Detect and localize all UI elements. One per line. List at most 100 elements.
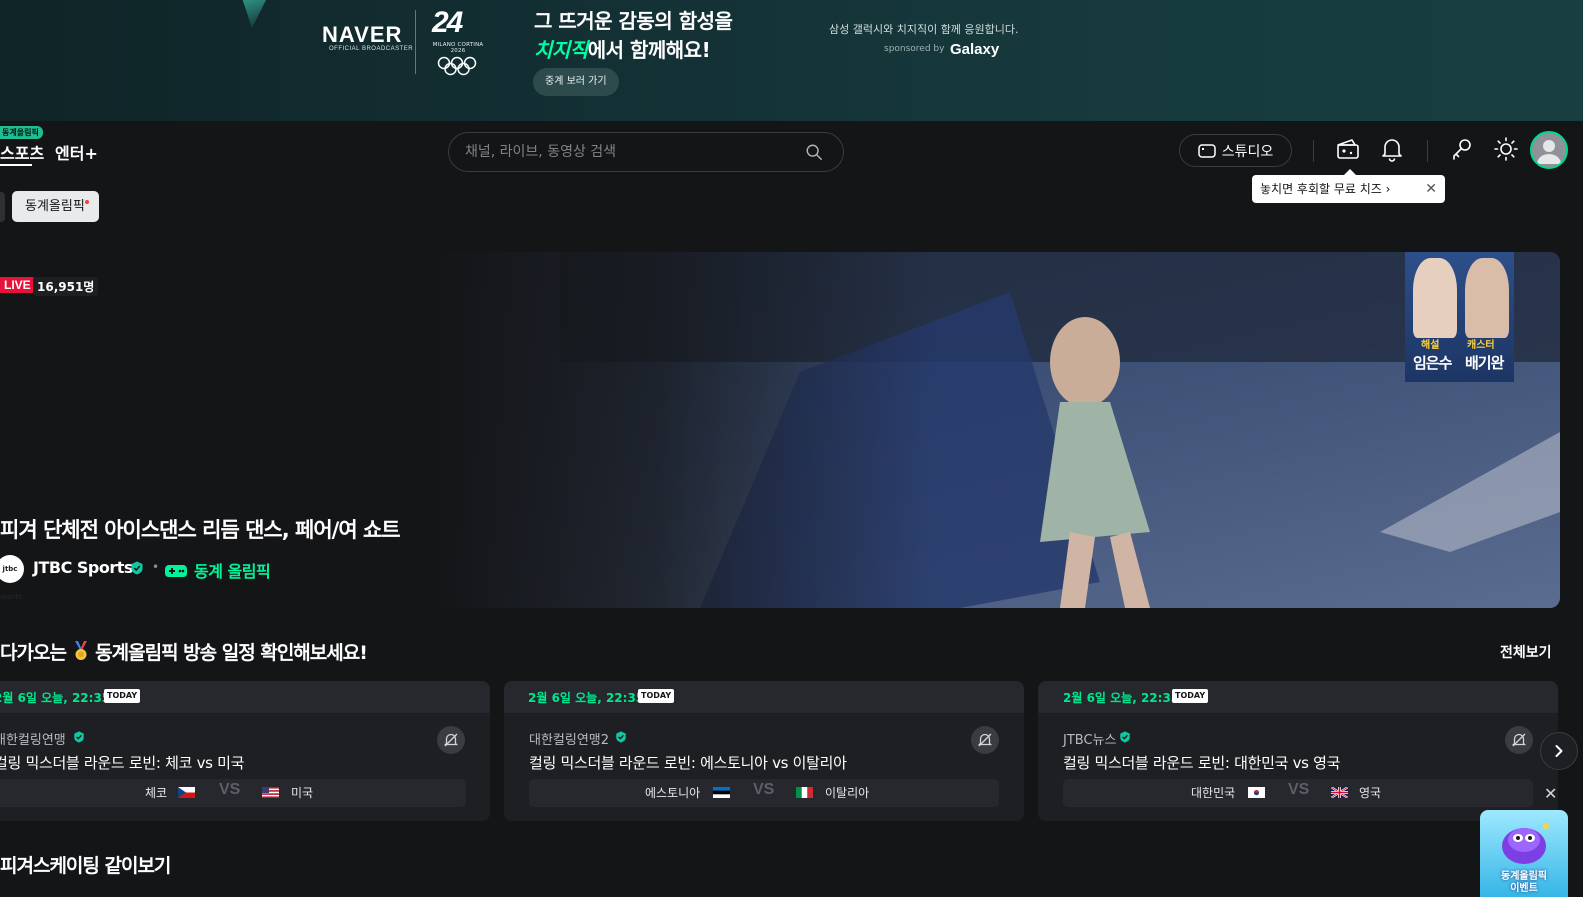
olympic-tag-badge: 동계올림픽 — [0, 126, 43, 139]
close-icon[interactable]: ✕ — [1544, 784, 1557, 803]
promo-line1: 동계올림픽 — [1501, 871, 1547, 882]
team-name: 에스토니아 — [645, 786, 701, 800]
featured-live-player[interactable] — [0, 252, 1560, 608]
match-bar: 에스토니아 VS 이탈리아 — [529, 779, 999, 807]
banner-headline-2: 치지직에서 함께해요! — [534, 34, 711, 63]
close-icon[interactable]: ✕ — [1425, 175, 1437, 203]
bell-icon[interactable] — [1380, 136, 1404, 162]
verified-icon — [74, 731, 84, 743]
search-input[interactable] — [463, 133, 793, 171]
hero-gradient-overlay — [0, 252, 1560, 608]
card-title[interactable]: 컬링 믹스더블 라운드 로빈: 대한민국 vs 영국 — [1063, 752, 1340, 773]
flag-czech-icon — [178, 787, 195, 798]
match-bar: 대한민국 VS 영국 — [1063, 779, 1533, 807]
chzzk-logo: 치지직 — [534, 38, 588, 62]
key-icon[interactable] — [1450, 136, 1474, 162]
viewer-count: 16,951명 — [33, 277, 99, 296]
promo-text: 동계올림픽 이벤트 — [1480, 871, 1568, 895]
commentators-overlay: 해설 캐스터 임은수 배기완 — [1405, 252, 1514, 382]
watch-broadcast-button[interactable]: 중계 보러 가기 — [533, 68, 619, 96]
section-title: 다가오는 동계올림픽 방송 일정 확인해보세요! — [0, 638, 368, 665]
alarm-off-icon — [1511, 733, 1527, 747]
studio-button-label: 스튜디오 — [1221, 143, 1274, 160]
category-chip-previous[interactable] — [0, 192, 5, 222]
flag-korea-icon — [1248, 787, 1265, 798]
olympic-event-promo[interactable]: 동계올림픽 이벤트 — [1480, 810, 1568, 897]
match-bar: 체코 VS 미국 — [0, 779, 466, 807]
games-logo-name: MILANO CORTINA 2026 — [432, 42, 484, 54]
section-title-post: 동계올림픽 방송 일정 확인해보세요! — [95, 642, 368, 664]
card-title[interactable]: 컬링 믹스더블 라운드 로빈: 에스토니아 vs 이탈리아 — [529, 752, 847, 773]
olympic-banner[interactable]: NAVER OFFICIAL BROADCASTER 24 MILANO COR… — [0, 0, 1583, 121]
chevron-right-icon — [1555, 745, 1563, 757]
header-divider — [1427, 140, 1428, 162]
commentator-photo — [1465, 258, 1509, 338]
commentator-role: 해설 — [1421, 340, 1440, 351]
search-bar[interactable] — [448, 132, 844, 172]
section-title: 피겨스케이팅 같이보기 — [0, 855, 171, 877]
avatar[interactable] — [1530, 131, 1568, 169]
view-all-link[interactable]: 전체보기 — [1500, 642, 1552, 662]
alarm-off-icon — [977, 733, 993, 747]
vs-label: VS — [1288, 781, 1310, 798]
sponsor-text: 삼성 갤럭시와 치지직이 함께 응원합니다. — [829, 23, 1019, 36]
team-name: 미국 — [291, 786, 314, 800]
vs-label: VS — [753, 781, 775, 798]
card-date: 2월 6일 오늘, 22:35 — [528, 691, 645, 705]
tab-sports[interactable]: 스포츠 — [0, 140, 44, 164]
naver-logo: NAVER — [322, 22, 403, 47]
tab-entertainment[interactable]: 엔터+ — [55, 140, 98, 164]
team-name: 체코 — [145, 786, 168, 800]
flag-italy-icon — [796, 787, 813, 798]
cheese-wallet-icon[interactable] — [1335, 136, 1361, 162]
naver-logo-subtitle: OFFICIAL BROADCASTER — [329, 46, 414, 52]
schedule-card[interactable]: 2월 6일 오늘, 22:35 TODAY 대한컬링연맹 컬링 믹스더블 라운드… — [0, 681, 490, 821]
carousel-next-button[interactable] — [1540, 732, 1578, 770]
card-channel[interactable]: JTBC뉴스 — [1063, 729, 1116, 748]
search-icon[interactable] — [805, 143, 823, 161]
commentator-photo — [1413, 258, 1457, 338]
free-cheese-tooltip[interactable]: 놓치면 후회할 무료 치즈 › ✕ — [1252, 169, 1445, 203]
alarm-button[interactable] — [971, 726, 999, 754]
schedule-card[interactable]: 2월 6일 오늘, 22:35 TODAY JTBC뉴스 컬링 믹스더블 라운드… — [1038, 681, 1558, 821]
sponsored-by-label: sponsored by — [884, 44, 945, 54]
tab-active-indicator — [0, 164, 32, 166]
mascot-icon — [1502, 823, 1549, 864]
alarm-button[interactable] — [437, 726, 465, 754]
card-date: 2월 6일 오늘, 22:35 — [0, 691, 111, 705]
card-channel[interactable]: 대한컬링연맹2 — [529, 729, 609, 748]
live-badge: LIVE — [0, 277, 35, 293]
meta-separator: • — [152, 560, 160, 574]
today-badge: TODAY — [104, 689, 141, 703]
galaxy-logo: Galaxy — [950, 41, 1000, 58]
flag-usa-icon — [262, 787, 279, 798]
team-name: 영국 — [1359, 786, 1382, 800]
today-badge: TODAY — [638, 689, 675, 703]
promo-line2: 이벤트 — [1510, 883, 1538, 894]
flag-uk-icon — [1331, 787, 1348, 798]
card-title[interactable]: 컬링 믹스더블 라운드 로빈: 체코 vs 미국 — [0, 752, 244, 773]
category-chip-olympics[interactable]: 동계올림픽 — [12, 191, 99, 222]
today-badge: TODAY — [1172, 689, 1209, 703]
games-logo-mark: 24 — [432, 6, 463, 39]
card-date: 2월 6일 오늘, 22:35 — [1063, 691, 1180, 705]
team-name: 이탈리아 — [825, 786, 870, 800]
olympic-rings-icon — [437, 56, 477, 76]
studio-button[interactable]: 스튜디오 — [1179, 134, 1292, 167]
alarm-button[interactable] — [1505, 726, 1533, 754]
card-channel[interactable]: 대한컬링연맹 — [0, 729, 66, 748]
theme-sun-icon[interactable] — [1493, 136, 1519, 162]
live-title[interactable]: 피겨 단체전 아이스댄스 리듬 댄스, 페어/여 쇼트 — [0, 514, 401, 544]
schedule-card[interactable]: 2월 6일 오늘, 22:35 TODAY 대한컬링연맹2 컬링 믹스더블 라운… — [504, 681, 1024, 821]
team-name: 대한민국 — [1191, 786, 1236, 800]
commentator-name: 배기완 — [1465, 354, 1504, 372]
tooltip-text[interactable]: 놓치면 후회할 무료 치즈 › — [1260, 182, 1390, 196]
verified-icon — [131, 561, 143, 575]
header-divider — [1313, 140, 1314, 162]
banner-decoration — [236, 0, 276, 28]
banner-divider — [415, 10, 416, 74]
channel-name[interactable]: JTBC Sports — [33, 558, 133, 577]
category-link[interactable]: 동계 올림픽 — [194, 558, 271, 582]
verified-icon — [1120, 731, 1130, 743]
section-title-pre: 다가오는 — [0, 642, 67, 664]
